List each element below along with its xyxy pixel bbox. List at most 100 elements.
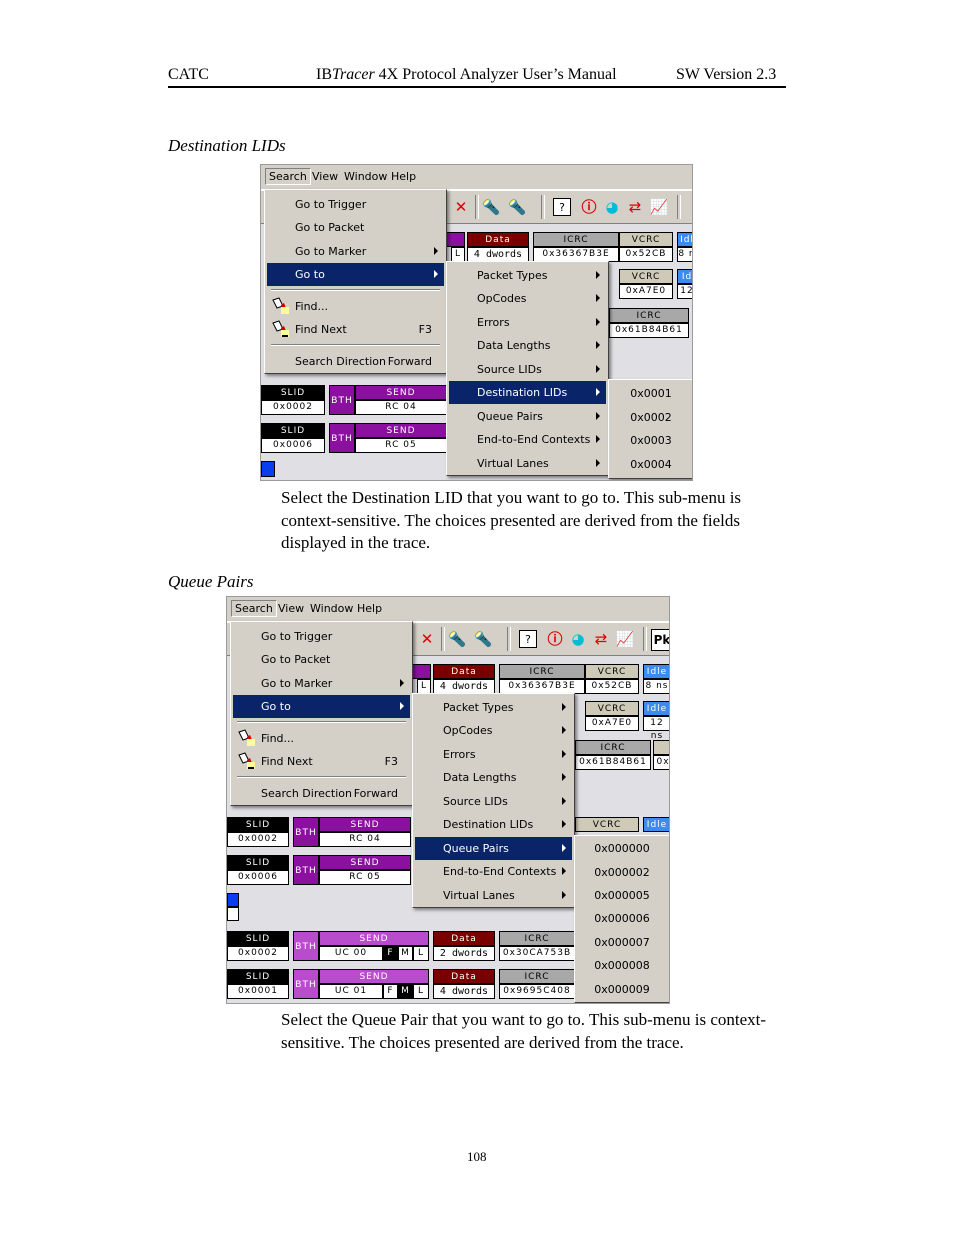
lid-option[interactable]: 0x0004 [611,453,691,476]
goto-item-virtual-lanes[interactable]: Virtual Lanes [449,452,606,475]
goto-item-source-lids[interactable]: Source LIDs [415,790,572,813]
timing-icon[interactable]: ◕ [602,197,622,217]
clear-markers-icon[interactable]: ✕ [451,197,471,217]
queue-pair-option[interactable]: 0x000006 [577,907,667,930]
lid-option[interactable]: 0x0003 [611,429,691,452]
realtime-graph-icon[interactable]: 📈 [615,629,635,649]
realtime-graph-icon[interactable]: 📈 [649,197,669,217]
find-icon[interactable]: 🔦 [447,629,467,649]
menu-item-go-to-marker[interactable]: Go to Marker [267,240,444,263]
find-next-icon[interactable]: 🔦 [507,197,527,217]
menu-item-search-direction[interactable]: Search Direction Forward [233,782,410,805]
goto-item-source-lids[interactable]: Source LIDs [449,358,606,381]
data-label: Data [433,664,495,679]
flashlight-icon [237,729,257,747]
search-menu: Go to Trigger Go to Packet Go to Marker … [230,621,413,806]
submenu-arrow-icon [562,797,566,805]
menu-item-go-to-trigger[interactable]: Go to Trigger [267,193,444,216]
menu-view[interactable]: View [275,601,307,616]
decode-icon[interactable]: ? [519,630,537,648]
queue-pair-option[interactable]: 0x000000 [577,837,667,860]
goto-item-queue-pairs[interactable]: Queue Pairs [449,405,606,428]
goto-item-opcodes[interactable]: OpCodes [415,719,572,742]
flashlight-next-icon [271,320,291,338]
goto-item-errors[interactable]: Errors [449,311,606,334]
menu-help[interactable]: Help [388,169,419,184]
goto-item-opcodes[interactable]: OpCodes [449,287,606,310]
goto-item-packet-types[interactable]: Packet Types [415,696,572,719]
menu-window[interactable]: Window [341,169,390,184]
menu-item-go-to-packet[interactable]: Go to Packet [233,648,410,671]
queue-pair-option[interactable]: 0x000005 [577,884,667,907]
toolbar-separator [677,195,681,219]
slid-value: 0x0001 [227,984,289,999]
slid-label: SLID [227,817,289,832]
packet-view-icon[interactable]: Pk [651,629,669,651]
queue-pair-option[interactable]: 0x000007 [577,931,667,954]
goto-item-end-to-end-contexts[interactable]: End-to-End Contexts [449,428,606,451]
error-icon[interactable]: ⓘ [579,197,599,217]
queue-pair-option[interactable]: 0x000009 [577,978,667,1001]
toolbar-separator [441,627,445,651]
goto-item-queue-pairs[interactable]: Queue Pairs [415,837,572,860]
vcrc-value: 0xA7E0 [585,716,639,731]
menu-item-find-next[interactable]: Find Next F3 [267,318,444,341]
goto-item-packet-types[interactable]: Packet Types [449,264,606,287]
toolbar-separator [507,627,511,651]
bth-header: BTH [329,385,355,415]
send-label: SEND [355,423,447,438]
menu-item-go-to-trigger[interactable]: Go to Trigger [233,625,410,648]
idle-label: Idle [643,664,669,679]
goto-submenu: Packet Types OpCodes Errors Data Lengths… [412,693,575,908]
menu-view[interactable]: View [309,169,341,184]
menu-item-find-next[interactable]: Find Next F3 [233,750,410,773]
find-icon[interactable]: 🔦 [481,197,501,217]
menu-window[interactable]: Window [307,601,356,616]
queue-pair-option[interactable]: 0x000008 [577,954,667,977]
clear-markers-icon[interactable]: ✕ [417,629,437,649]
menu-help[interactable]: Help [354,601,385,616]
goto-item-data-lengths[interactable]: Data Lengths [449,334,606,357]
error-icon[interactable]: ⓘ [545,629,565,649]
screenshot-queue-pairs: Search View Window Help ✕ 🔦 🔦 ? ⓘ ◕ ⇄ 📈 … [226,596,670,1004]
submenu-arrow-icon [562,726,566,734]
goto-item-errors[interactable]: Errors [415,743,572,766]
lid-option[interactable]: 0x0002 [611,406,691,429]
menu-item-search-direction[interactable]: Search Direction Forward [267,350,444,373]
traffic-icon[interactable]: ⇄ [625,197,645,217]
idle-label: Idl [677,232,692,247]
submenu-arrow-icon [562,844,566,852]
flashlight-next-icon [237,752,257,770]
submenu-arrow-icon [400,679,404,687]
paragraph-queue-pairs: Select the Queue Pair that you want to g… [281,1010,767,1052]
icrc-value: 0x9695C408 [499,984,575,999]
menu-search[interactable]: Search [265,168,311,185]
submenu-arrow-icon [596,435,600,443]
menu-item-go-to[interactable]: Go to [267,263,444,286]
packet-marker [227,893,239,907]
goto-item-destination-lids[interactable]: Destination LIDs [415,813,572,836]
goto-item-virtual-lanes[interactable]: Virtual Lanes [415,884,572,907]
first-flag: F [383,946,398,961]
find-next-icon[interactable]: 🔦 [473,629,493,649]
icrc-label: ICRC [499,969,575,984]
icrc-label: ICRC [499,664,585,679]
goto-item-end-to-end-contexts[interactable]: End-to-End Contexts [415,860,572,883]
goto-item-destination-lids[interactable]: Destination LIDs [449,381,606,404]
vcrc-label: VCRC [619,269,673,284]
decode-icon[interactable]: ? [553,198,571,216]
lid-option[interactable]: 0x0001 [611,382,691,405]
submenu-arrow-icon [562,750,566,758]
timing-icon[interactable]: ◕ [568,629,588,649]
menu-item-go-to-marker[interactable]: Go to Marker [233,672,410,695]
menu-search[interactable]: Search [231,600,277,617]
menu-item-find[interactable]: Find... [233,727,410,750]
menu-item-go-to[interactable]: Go to [233,695,410,718]
menu-item-go-to-packet[interactable]: Go to Packet [267,216,444,239]
goto-item-data-lengths[interactable]: Data Lengths [415,766,572,789]
queue-pair-option[interactable]: 0x000002 [577,861,667,884]
packet-marker [261,461,275,477]
traffic-icon[interactable]: ⇄ [591,629,611,649]
header-rule [168,86,786,88]
menu-item-find[interactable]: Find... [267,295,444,318]
